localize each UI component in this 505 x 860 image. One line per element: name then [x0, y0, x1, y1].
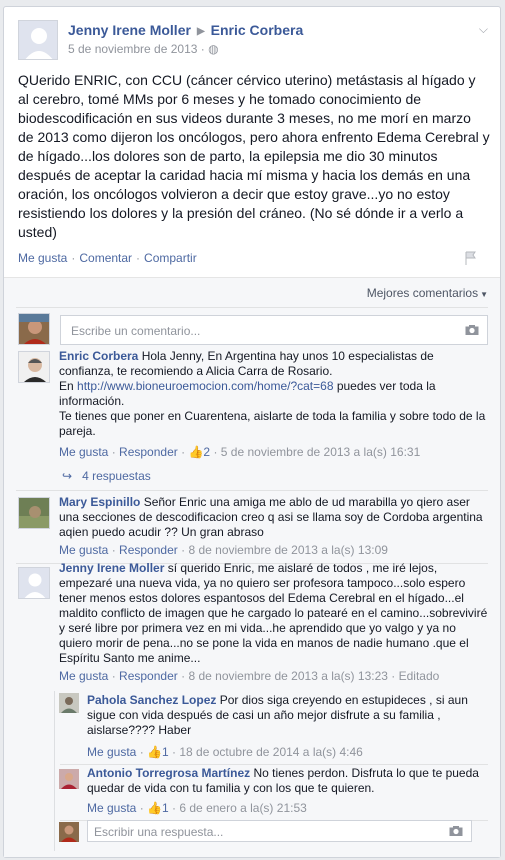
jenny-comment-avatar[interactable]: [18, 567, 50, 599]
antonio-avatar[interactable]: [59, 769, 79, 789]
dot-separator: ·: [71, 251, 76, 265]
reply-pahola: Pahola Sanchez Lopez Por dios siga creye…: [87, 693, 487, 738]
current-user-avatar: [18, 313, 50, 345]
post-target-link[interactable]: Enric Corbera: [211, 22, 304, 38]
dot-separator: ·: [139, 745, 148, 759]
comment-like-button[interactable]: Me gusta: [59, 669, 108, 683]
reply-date[interactable]: 18 de octubre de 2014 a la(s) 4:46: [179, 745, 362, 759]
like-count[interactable]: 1: [162, 801, 169, 815]
comment-meta: Me gusta · Responder · 👍2 · 5 de noviemb…: [59, 445, 420, 459]
like-button[interactable]: Me gusta: [18, 251, 67, 265]
thumbs-up-icon: 👍: [188, 445, 204, 459]
reply-thread-rail: [54, 691, 55, 851]
post-actions: Me gusta · Comentar · Compartir: [18, 251, 197, 265]
comment-meta: Me gusta · Responder · 8 de noviembre de…: [59, 669, 439, 683]
comment-reply-button[interactable]: Responder: [119, 543, 178, 557]
right-arrow-icon: ▶: [196, 26, 205, 37]
comment-button[interactable]: Comentar: [79, 251, 132, 265]
comment-date[interactable]: 5 de noviembre de 2013 a la(s) 16:31: [221, 445, 420, 459]
reply-author[interactable]: Pahola Sanchez Lopez: [87, 693, 216, 707]
divider: [16, 307, 488, 308]
like-count[interactable]: 1: [162, 745, 169, 759]
comment-author[interactable]: Jenny Irene Moller: [59, 561, 164, 575]
reply-input[interactable]: Escribir una respuesta...: [87, 820, 472, 842]
view-replies-link[interactable]: ↪ 4 respuestas: [62, 469, 151, 483]
divider: [16, 490, 488, 491]
replies-count: 4 respuestas: [82, 469, 151, 483]
dot-separator: ·: [136, 251, 141, 265]
camera-icon[interactable]: [449, 826, 463, 837]
comment-reply-button[interactable]: Responder: [119, 445, 178, 459]
comment-author[interactable]: Enric Corbera: [59, 349, 138, 363]
like-count[interactable]: 2: [203, 445, 210, 459]
comment-input[interactable]: Escribe un comentario...: [60, 315, 488, 345]
thumbs-up-icon: 👍: [147, 745, 162, 759]
comment-meta: Me gusta · Responder · 8 de noviembre de…: [59, 543, 388, 557]
reply-meta: Me gusta · 👍1 · 18 de octubre de 2014 a …: [87, 745, 363, 759]
comment-placeholder: Escribe un comentario...: [71, 324, 201, 338]
globe-icon: ◍: [208, 42, 219, 56]
comment-author[interactable]: Mary Espinillo: [59, 495, 140, 509]
comment-date[interactable]: 8 de noviembre de 2013 a la(s) 13:09: [188, 543, 387, 557]
comment-link[interactable]: http://www.bioneuroemocion.com/home/?cat…: [77, 379, 333, 393]
comment-enric: Enric Corbera Hola Jenny, En Argentina h…: [59, 349, 489, 439]
comment-like-button[interactable]: Me gusta: [59, 445, 108, 459]
dot-separator: ·: [111, 445, 120, 459]
post-text: QUerido ENRIC, con CCU (cáncer cérvico u…: [18, 72, 490, 240]
post-card: Jenny Irene Moller ▶ Enric Corbera 5 de no…: [3, 6, 501, 858]
reply-author[interactable]: Antonio Torregrosa Martínez: [87, 766, 250, 780]
post-header: Jenny Irene Moller ▶ Enric Corbera 5 de no…: [18, 20, 490, 70]
post-meta: 5 de noviembre de 2013 · ◍: [68, 42, 219, 56]
post-names: Jenny Irene Moller ▶ Enric Corbera: [68, 22, 303, 38]
comment-reply-button[interactable]: Responder: [119, 669, 178, 683]
mary-avatar[interactable]: [18, 497, 50, 529]
reply-arrow-icon: ↪: [62, 469, 73, 483]
post-date[interactable]: 5 de noviembre de 2013: [68, 42, 197, 56]
comment-text: sí querido Enric, me aislaré de todos , …: [59, 561, 488, 665]
current-user-reply-avatar: [59, 822, 79, 842]
comment-text-prefix: En: [59, 379, 78, 393]
camera-icon[interactable]: [465, 325, 479, 336]
edited-label[interactable]: Editado: [399, 669, 440, 683]
reply-like-button[interactable]: Me gusta: [87, 745, 136, 759]
comment-mary: Mary Espinillo Señor Enric una amiga me …: [59, 495, 489, 540]
comment-like-button[interactable]: Me gusta: [59, 543, 108, 557]
pahola-avatar[interactable]: [59, 693, 79, 713]
thumbs-up-icon: 👍: [147, 801, 162, 815]
reply-like-button[interactable]: Me gusta: [87, 801, 136, 815]
reply-antonio: Antonio Torregrosa Martínez No tienes pe…: [87, 766, 487, 796]
caret-down-icon: ▼: [480, 290, 488, 299]
sort-dropdown[interactable]: Mejores comentarios ▼: [367, 286, 488, 300]
comment-date[interactable]: 8 de noviembre de 2013 a la(s) 13:23: [188, 669, 387, 683]
reply-placeholder: Escribir una respuesta...: [94, 825, 224, 839]
comment-jenny: Jenny Irene Moller sí querido Enric, me …: [59, 561, 489, 666]
reply-date[interactable]: 6 de enero a la(s) 21:53: [179, 801, 306, 815]
dot-separator: ·: [391, 669, 399, 683]
share-button[interactable]: Compartir: [144, 251, 197, 265]
flag-icon[interactable]: [464, 251, 478, 265]
chevron-down-icon[interactable]: ⌵: [479, 22, 488, 37]
divider: [60, 764, 488, 765]
comment-text-line3: Te tienes que poner en Cuarentena, aisla…: [59, 409, 486, 438]
post-author-link[interactable]: Jenny Irene Moller: [68, 22, 191, 38]
dot-separator: ·: [139, 801, 148, 815]
dot-separator: ·: [111, 669, 120, 683]
jenny-avatar[interactable]: [18, 20, 58, 60]
reply-meta: Me gusta · 👍1 · 6 de enero a la(s) 21:53: [87, 801, 307, 815]
dot-separator: ·: [111, 543, 120, 557]
dot-separator: ·: [213, 445, 221, 459]
default-avatar-icon: [19, 21, 57, 59]
enric-avatar[interactable]: [18, 351, 50, 383]
sort-label: Mejores comentarios: [366, 286, 479, 300]
